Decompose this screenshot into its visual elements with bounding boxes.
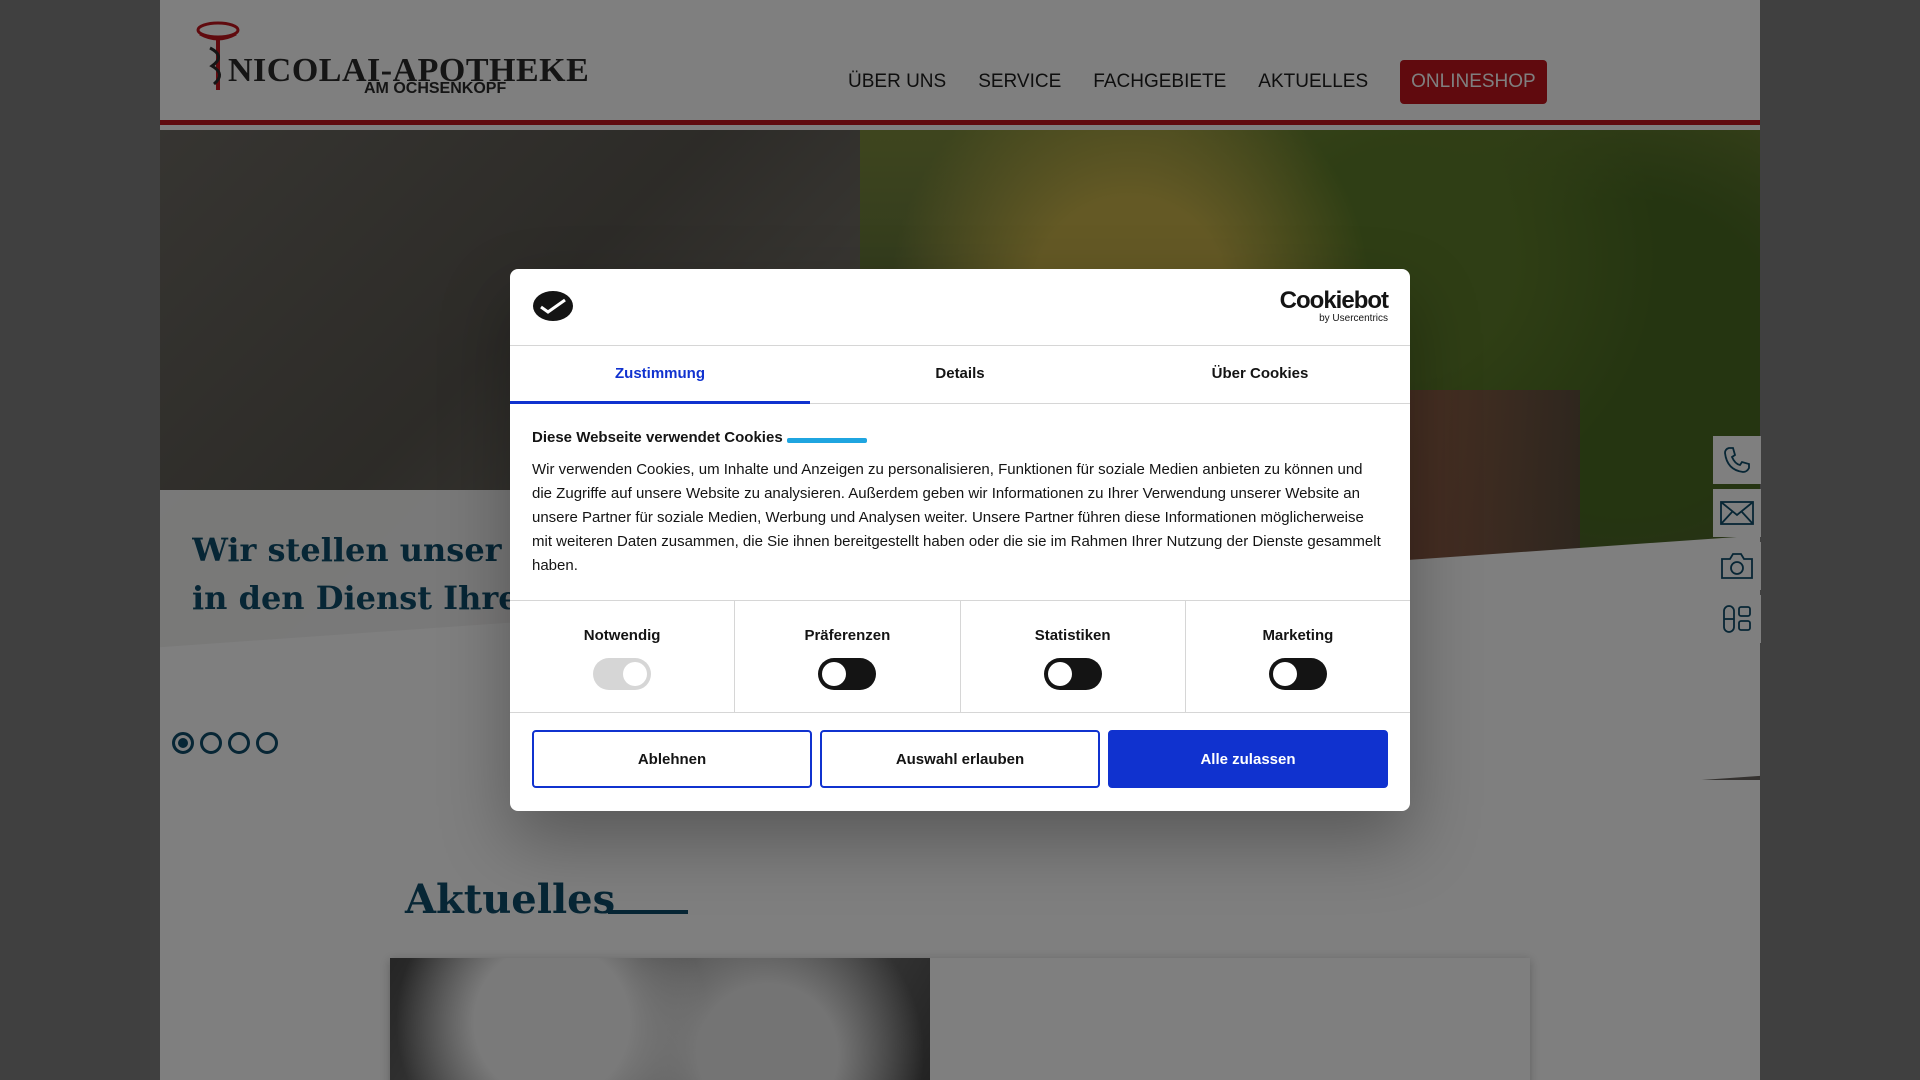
tab-about-cookies[interactable]: Über Cookies	[1110, 346, 1410, 403]
necessary-toggle	[593, 658, 652, 690]
tab-details[interactable]: Details	[810, 346, 1110, 403]
category-preferences: Präferenzen	[735, 601, 961, 712]
cookiebot-brand[interactable]: Cookiebot by Usercentrics	[1279, 287, 1389, 325]
statistics-toggle[interactable]	[1043, 658, 1102, 690]
cookie-tabs: Zustimmung Details Über Cookies	[510, 346, 1410, 404]
allow-all-button[interactable]: Alle zulassen	[1108, 730, 1388, 788]
category-label: Präferenzen	[804, 627, 891, 644]
cookiebot-brand-sub: by Usercentrics	[1319, 313, 1388, 324]
cookie-heading-text: Diese Webseite verwendet Cookies	[532, 429, 783, 446]
cookie-description: Wir verwenden Cookies, um Inhalte und An…	[532, 461, 1381, 574]
cookie-consent-dialog: Cookiebot by Usercentrics Zustimmung Det…	[510, 269, 1410, 811]
category-necessary: Notwendig	[510, 601, 736, 712]
cookie-actions: Ablehnen Auswahl erlauben Alle zulassen	[532, 730, 1388, 788]
tab-consent[interactable]: Zustimmung	[510, 346, 810, 404]
category-marketing: Marketing	[1186, 601, 1410, 712]
category-label: Statistiken	[1034, 627, 1111, 644]
marketing-toggle[interactable]	[1268, 658, 1327, 690]
cookie-heading: Diese Webseite verwendet Cookies	[532, 429, 1382, 446]
cookie-dialog-body: Diese Webseite verwendet Cookies Wir ver…	[532, 429, 1382, 578]
heading-accent-bar	[786, 438, 867, 443]
reject-button[interactable]: Ablehnen	[532, 730, 812, 788]
cookie-logo-icon	[533, 291, 573, 321]
category-statistics: Statistiken	[961, 601, 1186, 712]
preferences-toggle[interactable]	[818, 658, 877, 690]
allow-selection-button[interactable]: Auswahl erlauben	[820, 730, 1100, 788]
category-label: Notwendig	[583, 627, 661, 644]
cookie-dialog-header: Cookiebot by Usercentrics	[510, 269, 1410, 346]
category-label: Marketing	[1262, 627, 1334, 644]
cookiebot-brand-name: Cookiebot	[1279, 287, 1389, 314]
cookie-categories: Notwendig Präferenzen Statistiken Market…	[510, 600, 1410, 713]
